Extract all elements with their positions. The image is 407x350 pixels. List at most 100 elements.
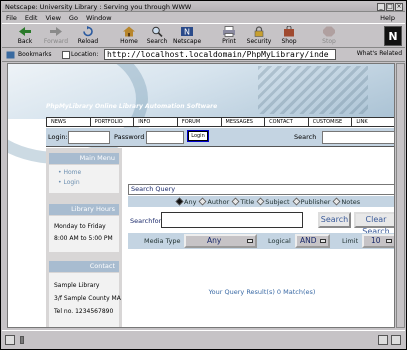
close-button[interactable]: ×: [395, 3, 403, 11]
maximize-button[interactable]: □: [386, 3, 394, 11]
print-button[interactable]: Print: [215, 26, 243, 48]
menu-file[interactable]: File: [2, 14, 21, 22]
banner-pattern: [258, 66, 368, 114]
status-light-icon: [20, 336, 24, 344]
title-bar[interactable]: Netscape: University Library : Serving y…: [2, 2, 405, 12]
search-label: Search: [146, 38, 168, 45]
shop-button[interactable]: Shop: [275, 26, 303, 48]
login-row: Login: Password Login Search: [46, 128, 394, 147]
location-label: Location:: [71, 51, 99, 58]
bookmarks-icon: [6, 51, 15, 59]
login-link-text: Login: [63, 179, 80, 186]
nav-info[interactable]: INFO: [134, 118, 178, 126]
query-result-text: Your Query Result(s) 0 Match(es): [208, 288, 316, 296]
hours-days: Monday to Friday: [54, 223, 106, 230]
nav-link[interactable]: LINK: [352, 118, 394, 126]
shop-label: Shop: [281, 38, 297, 45]
contact-line-2: 3/f Sample County MA: [54, 295, 121, 302]
forward-button[interactable]: Forward: [42, 26, 70, 48]
sidebar-link-login[interactable]: • Login: [58, 179, 80, 186]
stop-icon: [323, 26, 335, 37]
login-field[interactable]: [68, 131, 110, 144]
menu-help[interactable]: Help: [376, 14, 399, 22]
search-button-toolbar[interactable]: Search: [143, 26, 171, 48]
nav-portfolio[interactable]: PORTFOLIO: [91, 118, 135, 126]
banner-title: PhpMyLibrary Online Library Automation S…: [46, 103, 218, 110]
netscape-logo: N: [384, 26, 402, 46]
page-proxy-icon: [62, 51, 70, 59]
radio-indicator: [256, 197, 265, 206]
menu-bar: File Edit View Go Window Help: [2, 12, 405, 23]
home-link-text: Home: [63, 169, 82, 176]
vertical-scrollbar[interactable]: [396, 63, 405, 328]
radio-author-label: Author: [207, 197, 230, 206]
radio-publisher-label: Publisher: [300, 197, 331, 206]
search-submit-button[interactable]: Search: [318, 212, 351, 228]
home-button[interactable]: Home: [115, 26, 143, 48]
dropdown-arrow-icon: [320, 239, 326, 243]
forward-label: Forward: [43, 38, 69, 45]
home-label: Home: [120, 38, 138, 45]
media-type-select[interactable]: Any: [184, 234, 257, 248]
radio-any-label: Any: [184, 197, 197, 206]
radio-any[interactable]: Any: [175, 197, 197, 206]
browser-window: Netscape: University Library : Serving y…: [0, 0, 407, 350]
search-row: Searchfor Search Clear Search: [128, 209, 394, 236]
site-search-field[interactable]: [322, 131, 394, 144]
nav-forum[interactable]: FORUM: [178, 118, 222, 126]
radio-title-label: Title: [240, 197, 255, 206]
radio-notes-label: Notes: [341, 197, 361, 206]
window-controls: _ □ ×: [377, 3, 403, 11]
radio-subject[interactable]: Subject: [256, 197, 290, 206]
media-type-value: Any: [207, 236, 222, 245]
radio-subject-label: Subject: [265, 197, 290, 206]
radio-author[interactable]: Author: [198, 197, 230, 206]
login-button[interactable]: Login: [187, 130, 209, 142]
url-input[interactable]: http://localhost.localdomain/PhpMyLibrar…: [104, 49, 336, 60]
home-icon: [123, 26, 135, 37]
radio-notes[interactable]: Notes: [332, 197, 361, 206]
menu-window[interactable]: Window: [82, 14, 116, 22]
reload-icon: [83, 26, 93, 37]
svg-text:N: N: [184, 28, 190, 37]
back-button[interactable]: Back: [11, 26, 39, 48]
radio-indicator-selected: [175, 197, 184, 206]
back-arrow-icon: [19, 27, 31, 36]
dropdown-arrow-icon: [247, 239, 253, 243]
limit-label: Limit: [342, 237, 359, 245]
nav-customise[interactable]: CUSTOMISE: [309, 118, 353, 126]
print-label: Print: [222, 38, 236, 45]
radio-title[interactable]: Title: [231, 197, 255, 206]
minimize-button[interactable]: _: [377, 3, 385, 11]
mail-icon[interactable]: [391, 335, 401, 345]
menu-go[interactable]: Go: [65, 14, 82, 22]
nav-messages[interactable]: MESSAGES: [222, 118, 266, 126]
logical-select[interactable]: AND: [295, 234, 330, 248]
location-bar: Bookmarks Location: http://localhost.loc…: [2, 48, 405, 62]
forward-arrow-icon: [50, 27, 62, 36]
shopping-bag-icon: [284, 26, 294, 37]
radio-publisher[interactable]: Publisher: [292, 197, 331, 206]
reload-button[interactable]: Reload: [74, 26, 102, 48]
stop-button[interactable]: Stop: [315, 26, 343, 48]
site-banner: PhpMyLibrary Online Library Automation S…: [8, 64, 394, 164]
lock-icon: [254, 26, 264, 37]
password-field[interactable]: [146, 131, 184, 144]
security-status-icon[interactable]: [5, 335, 15, 345]
nav-contact[interactable]: CONTACT: [265, 118, 309, 126]
sidebar-link-home[interactable]: • Home: [58, 169, 81, 176]
menu-edit[interactable]: Edit: [21, 14, 42, 22]
component-bar-icon[interactable]: [378, 335, 388, 345]
search-for-input[interactable]: [161, 212, 303, 228]
whats-related-button[interactable]: What's Related: [357, 50, 402, 57]
limit-value: 10: [371, 236, 381, 245]
printer-icon: [223, 26, 235, 37]
clear-search-button[interactable]: Clear Search: [354, 212, 394, 236]
menu-view[interactable]: View: [41, 14, 64, 22]
netscape-icon: N: [181, 27, 193, 37]
netscape-button[interactable]: N Netscape: [173, 26, 201, 48]
security-button[interactable]: Security: [245, 26, 273, 48]
logical-value: AND: [300, 236, 317, 245]
limit-select[interactable]: 10: [362, 234, 394, 248]
nav-news[interactable]: NEWS: [47, 118, 91, 126]
